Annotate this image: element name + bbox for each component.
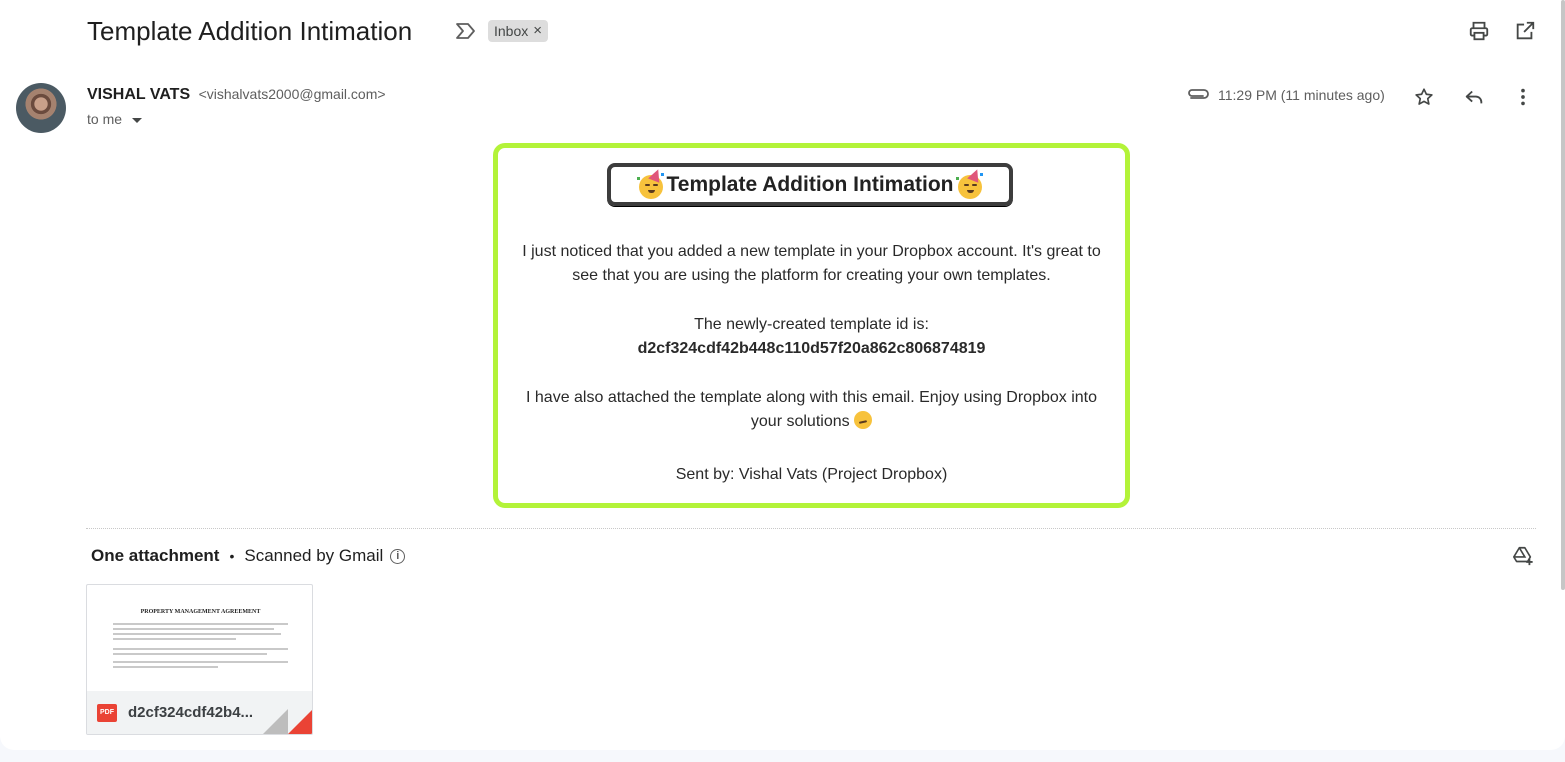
attachment-count: One attachment <box>91 546 220 565</box>
sender-avatar[interactable] <box>16 83 66 133</box>
email-subject: Template Addition Intimation <box>87 16 413 46</box>
email-view: Template Addition Intimation Inbox × VIS… <box>0 0 1565 750</box>
open-new-window-button[interactable] <box>1513 19 1537 43</box>
recipient-toggle[interactable]: to me <box>87 111 143 127</box>
body-signature: Sent by: Vishal Vats (Project Dropbox) <box>675 466 948 483</box>
print-icon <box>1469 21 1489 41</box>
print-button[interactable] <box>1467 19 1491 43</box>
email-body-card: Template Addition Intimation I just noti… <box>493 143 1130 508</box>
more-options-button[interactable] <box>1511 85 1535 109</box>
open-in-new-window-icon <box>1516 21 1535 40</box>
info-icon[interactable]: i <box>390 548 406 564</box>
remove-label-button[interactable]: × <box>533 20 542 42</box>
label-importance-icon[interactable] <box>455 22 477 40</box>
sender-name[interactable]: VISHAL VATS <box>87 86 190 103</box>
body-title: Template Addition Intimation <box>666 172 954 196</box>
body-paragraph-1: I just noticed that you added a new temp… <box>522 243 1101 284</box>
attachment-card[interactable]: PROPERTY MANAGEMENT AGREEMENT PDF d2cf32… <box>86 584 313 735</box>
body-paragraph-3-text: I have also attached the template along … <box>526 389 1097 430</box>
page-fold-icon <box>263 709 288 734</box>
separator-dot: • <box>229 548 235 564</box>
body-title-box: Template Addition Intimation <box>607 163 1013 206</box>
attachment-filename: d2cf324cdf42b4... <box>128 704 254 721</box>
attachments-divider <box>86 528 1536 529</box>
party-face-icon <box>636 166 665 199</box>
preview-title: PROPERTY MANAGEMENT AGREEMENT <box>140 609 261 615</box>
template-id: d2cf324cdf42b448c110d57f20a862c806874819 <box>637 340 986 357</box>
add-all-to-drive-button[interactable] <box>1511 544 1535 568</box>
template-id-label: The newly-created template id is: <box>694 316 929 333</box>
add-to-drive-icon <box>1513 546 1533 566</box>
smiling-face-icon <box>854 411 873 429</box>
sender-info: VISHAL VATS <vishalvats2000@gmail.com> <box>87 86 386 104</box>
email-timestamp: 11:29 PM (11 minutes ago) <box>1218 87 1385 103</box>
label-text: Inbox <box>494 23 529 39</box>
page-corner-icon <box>288 710 312 734</box>
reply-icon <box>1465 90 1483 104</box>
attachment-footer: PDF d2cf324cdf42b4... <box>87 691 312 734</box>
body-paragraph-3: I have also attached the template along … <box>508 386 1115 434</box>
reply-button[interactable] <box>1462 85 1486 109</box>
scrollbar[interactable] <box>1561 0 1565 590</box>
recipient-text: to me <box>87 111 123 127</box>
paperclip-icon <box>1188 89 1209 99</box>
attachments-header: One attachment • Scanned by Gmail i <box>91 546 406 566</box>
attachment-preview: PROPERTY MANAGEMENT AGREEMENT <box>87 585 312 691</box>
party-face-icon <box>955 166 984 199</box>
inbox-label-chip[interactable]: Inbox × <box>488 20 549 42</box>
star-button[interactable] <box>1412 85 1436 109</box>
pdf-icon: PDF <box>97 703 117 722</box>
body-paragraph-2: The newly-created template id is: d2cf32… <box>508 313 1115 361</box>
chevron-down-icon[interactable] <box>132 117 143 123</box>
scan-status: Scanned by Gmail <box>244 546 384 565</box>
more-vert-icon <box>1521 88 1525 106</box>
star-icon <box>1415 88 1433 105</box>
sender-email: <vishalvats2000@gmail.com> <box>198 86 386 102</box>
